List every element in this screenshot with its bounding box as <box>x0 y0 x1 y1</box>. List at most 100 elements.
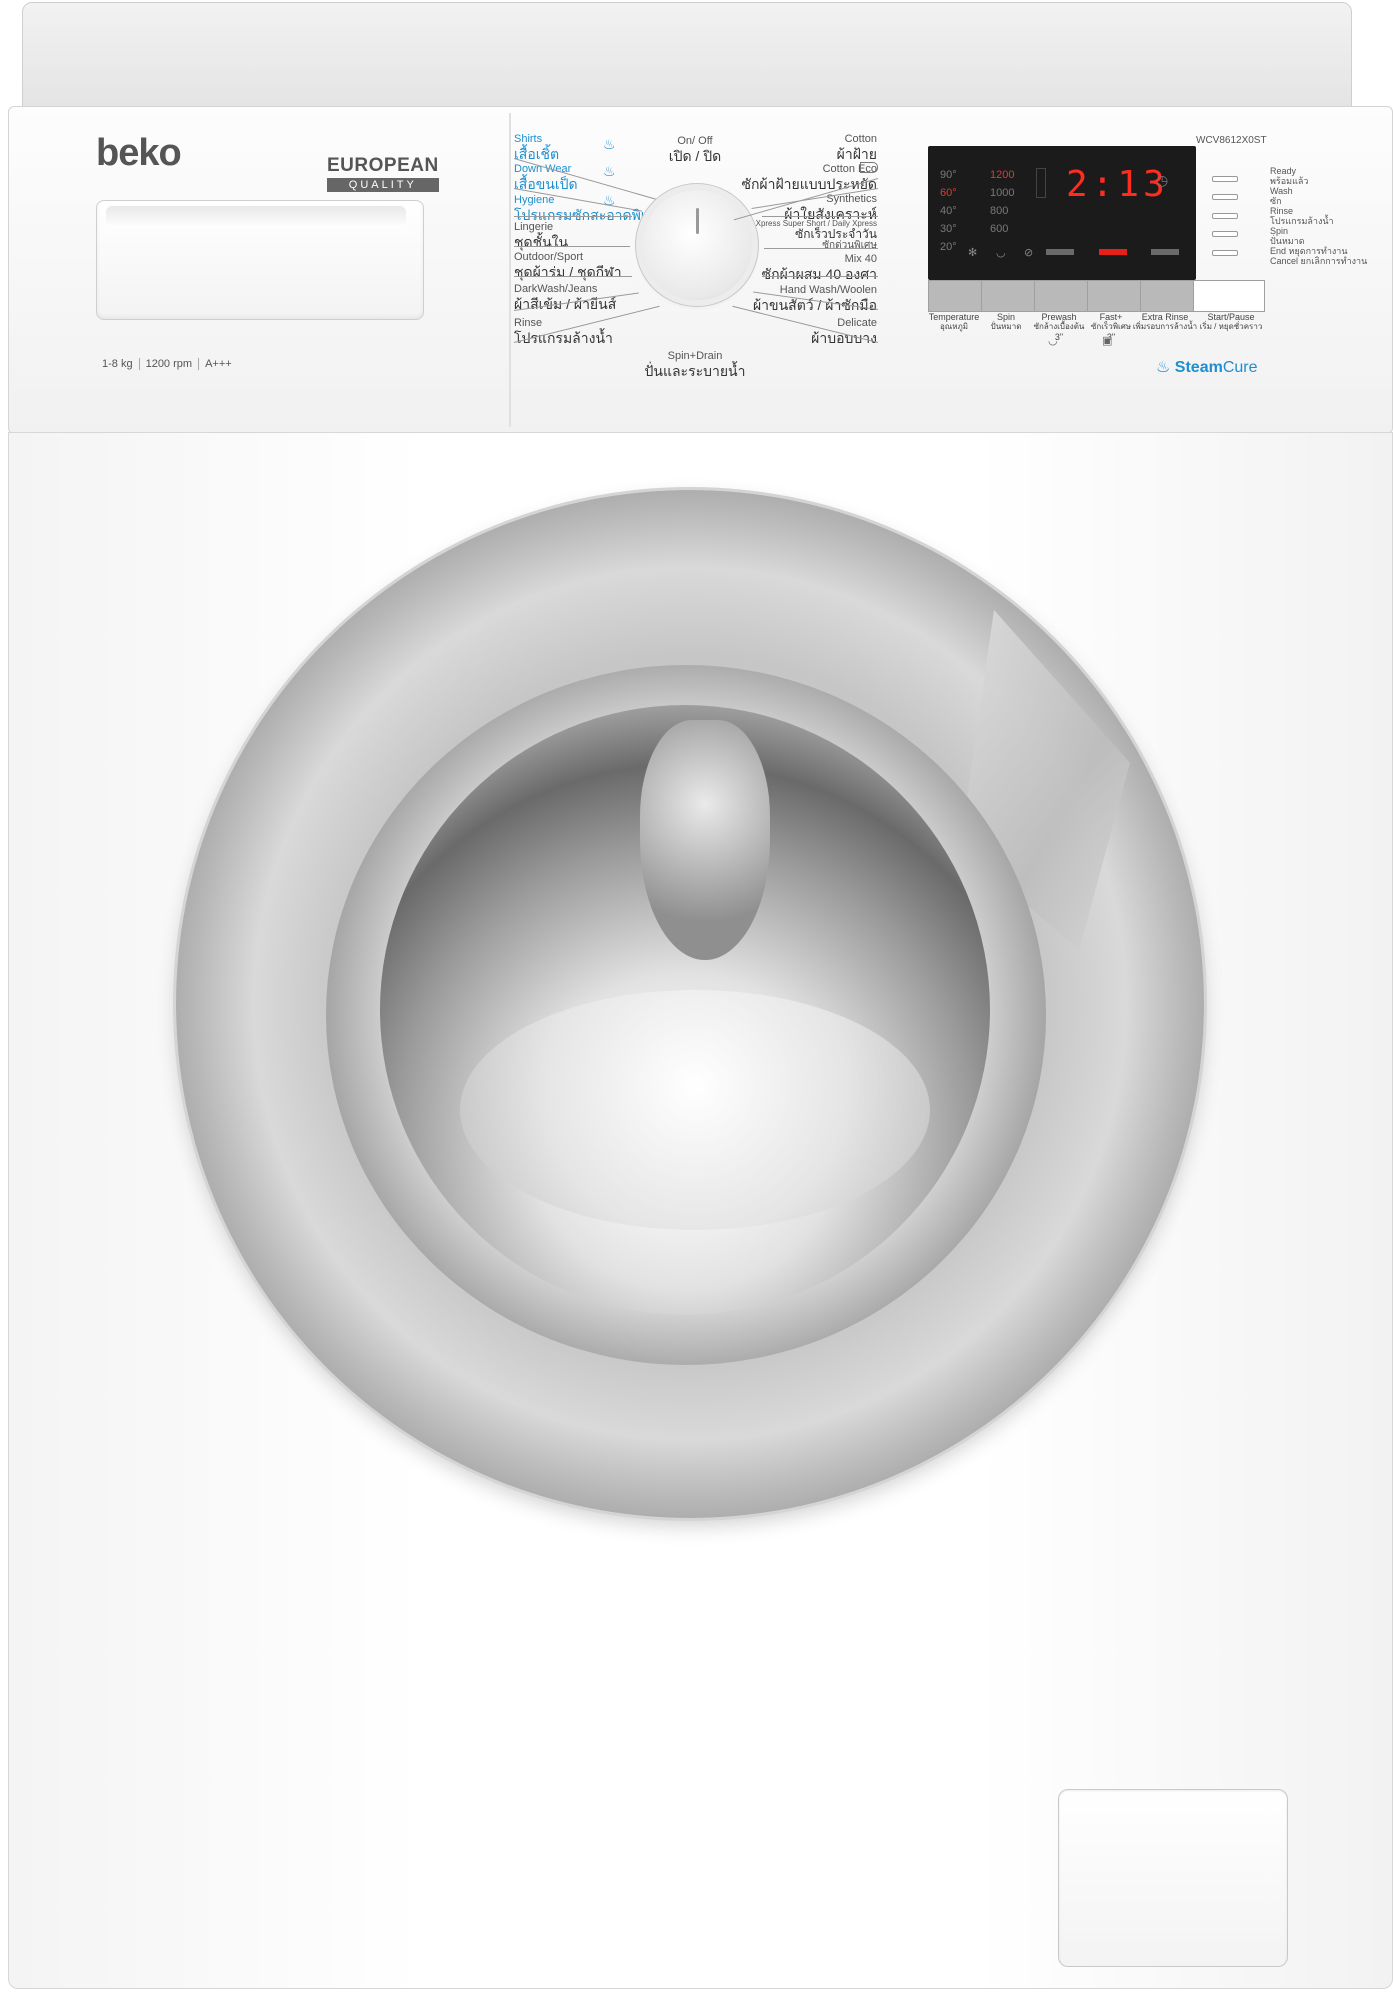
program-en: Mix 40 <box>844 253 877 265</box>
top-lid <box>22 2 1352 108</box>
program-delicate[interactable]: Delicate ผ้าบอบบาง <box>740 317 877 346</box>
status-th: โปรแกรมล้างน้ำ <box>1270 216 1334 226</box>
steamcure-cure: Cure <box>1222 359 1258 376</box>
program-en: Spin+Drain <box>667 350 723 362</box>
status-led <box>1212 250 1238 256</box>
drum-interior <box>460 990 930 1230</box>
button-th: เริ่ม / หยุดชั่วคราว <box>1199 322 1263 331</box>
status-th: พร้อมแล้ว <box>1270 176 1309 186</box>
steam-icon: ♨ <box>603 136 616 152</box>
status-labels: Ready พร้อมแล้ว Wash ซัก Rinse โปรแกรมล้างน… <box>1270 166 1367 266</box>
program-en: Hand Wash/Woolen <box>779 284 877 296</box>
temp-option: 30° <box>940 223 957 235</box>
button-th: เพิ่มรอบการล้างน้ำ <box>1132 322 1198 331</box>
spin-option-active: 1200 <box>990 169 1015 181</box>
program-hygiene[interactable]: Hygiene โปรแกรมซักสะอาดพิเศษ <box>514 194 664 223</box>
led-indicator <box>1151 249 1179 255</box>
steam-icon: ♨ <box>603 163 616 179</box>
program-cotton[interactable]: Cotton ผ้าฝ้าย <box>740 133 877 162</box>
program-th: ผ้าบอบบาง <box>811 330 877 346</box>
european-quality-badge: EUROPEAN QUALITY <box>327 155 439 192</box>
program-th: ชุดผ้าร่ม / ชุดกีฬา <box>514 264 622 280</box>
status-led <box>1212 176 1238 182</box>
status-spin: Spin ปั่นหมาด <box>1270 226 1367 246</box>
program-en: Shirts <box>514 133 543 145</box>
temperature-column: 90° 60° 40° 30° 20° <box>940 166 957 256</box>
led-indicator <box>1046 249 1074 255</box>
program-selector-knob[interactable] <box>642 190 752 300</box>
fast-plus-button[interactable] <box>1087 280 1141 312</box>
status-cancel: Cancel ยกเลิกการทำงาน <box>1270 256 1367 266</box>
leader-line <box>514 246 630 247</box>
steam-icon: ♨ <box>1156 359 1175 376</box>
pump-filter-cover[interactable] <box>1058 1789 1288 1967</box>
spec-line: 1-8 kg 1200 rpm A+++ <box>96 358 238 370</box>
program-xpress[interactable]: Xpress Super Short / Daily Xpress ซักเร็… <box>740 219 877 251</box>
snowflake-icon: ✻ <box>968 247 978 259</box>
drum-paddle <box>640 720 770 960</box>
status-rinse: Rinse โปรแกรมล้างน้ำ <box>1270 206 1367 226</box>
temp-option: 40° <box>940 205 957 217</box>
brand-logo: beko <box>96 132 182 174</box>
status-led <box>1212 194 1238 200</box>
program-spin-drain[interactable]: Spin+Drain ปั่นและระบายน้ำ <box>632 350 758 379</box>
program-th: ซักผ้าผสม 40 องศา <box>761 266 877 282</box>
spec-energy: A+++ <box>205 358 232 370</box>
status-led <box>1212 231 1238 237</box>
start-pause-button[interactable] <box>1193 280 1265 312</box>
time-remaining: 2:13 <box>1066 164 1169 205</box>
spec-rpm: 1200 rpm <box>139 358 200 370</box>
program-en: Rinse <box>514 317 543 329</box>
no-crease-icon: ⊘ <box>1024 247 1034 259</box>
lcd-display: 90° 60° 40° 30° 20° 1200 1000 800 600 2:… <box>928 146 1196 280</box>
quality-line1: EUROPEAN <box>327 155 439 176</box>
status-th: หยุดการทำงาน <box>1288 246 1348 256</box>
program-th: ปั่นและระบายน้ำ <box>644 363 746 379</box>
spin-option: 800 <box>990 205 1009 217</box>
panel-divider <box>509 113 511 427</box>
model-number: WCV8612X0ST <box>1196 135 1267 146</box>
program-th: เปิด / ปิด <box>668 148 722 164</box>
program-en: Lingerie <box>514 221 554 233</box>
status-en: Ready <box>1270 166 1297 176</box>
status-led <box>1212 213 1238 219</box>
program-mix40[interactable]: Mix 40 ซักผ้าผสม 40 องศา <box>740 253 877 282</box>
spin-option: 600 <box>990 223 1009 235</box>
leader-line <box>764 248 878 249</box>
knob-indicator <box>696 208 699 234</box>
program-th: ผ้าฝ้าย <box>836 146 877 162</box>
drawer-handle[interactable] <box>106 206 406 228</box>
spin-button[interactable] <box>981 280 1035 312</box>
temperature-button[interactable] <box>928 280 982 312</box>
program-en: Cotton Eco <box>822 163 877 175</box>
tub-icon: ◡ <box>996 247 1006 259</box>
quality-line2: QUALITY <box>327 178 439 192</box>
program-en: Delicate <box>837 317 877 329</box>
leader-line <box>762 276 878 277</box>
steamcure-logo: ♨ SteamCure <box>1156 357 1258 377</box>
leader-line <box>762 216 878 217</box>
program-on-off[interactable]: On/ Off เปิด / ปิด <box>655 135 735 164</box>
spin-option: 1000 <box>990 187 1015 199</box>
status-en: Spin <box>1270 226 1289 236</box>
leader-line <box>514 216 632 217</box>
lock-icon: ▣ <box>1102 335 1113 347</box>
extra-rinse-button[interactable] <box>1140 280 1194 312</box>
program-en: Cotton <box>844 133 877 145</box>
temp-option: 90° <box>940 169 957 181</box>
prewash-tub-icon: ◡ <box>1048 335 1058 347</box>
led-indicator-active <box>1099 249 1127 255</box>
program-en: DarkWash/Jeans <box>514 283 598 295</box>
status-ready: Ready พร้อมแล้ว <box>1270 166 1367 186</box>
prewash-button[interactable] <box>1034 280 1088 312</box>
status-en: Wash <box>1270 186 1293 196</box>
program-shirts[interactable]: Shirts เสื้อเชิ้ต <box>514 133 559 162</box>
status-en: End <box>1270 246 1287 256</box>
status-wash: Wash ซัก <box>1270 186 1367 206</box>
program-en: Outdoor/Sport <box>514 251 584 263</box>
program-cotton-eco[interactable]: Cotton Eco ซักผ้าฝ้ายแบบประหยัด <box>740 163 877 192</box>
program-th: ชุดชั้นใน <box>514 234 569 250</box>
spin-column: 1200 1000 800 600 <box>990 166 1014 238</box>
status-en: Rinse <box>1270 206 1294 216</box>
temp-option: 20° <box>940 241 957 253</box>
